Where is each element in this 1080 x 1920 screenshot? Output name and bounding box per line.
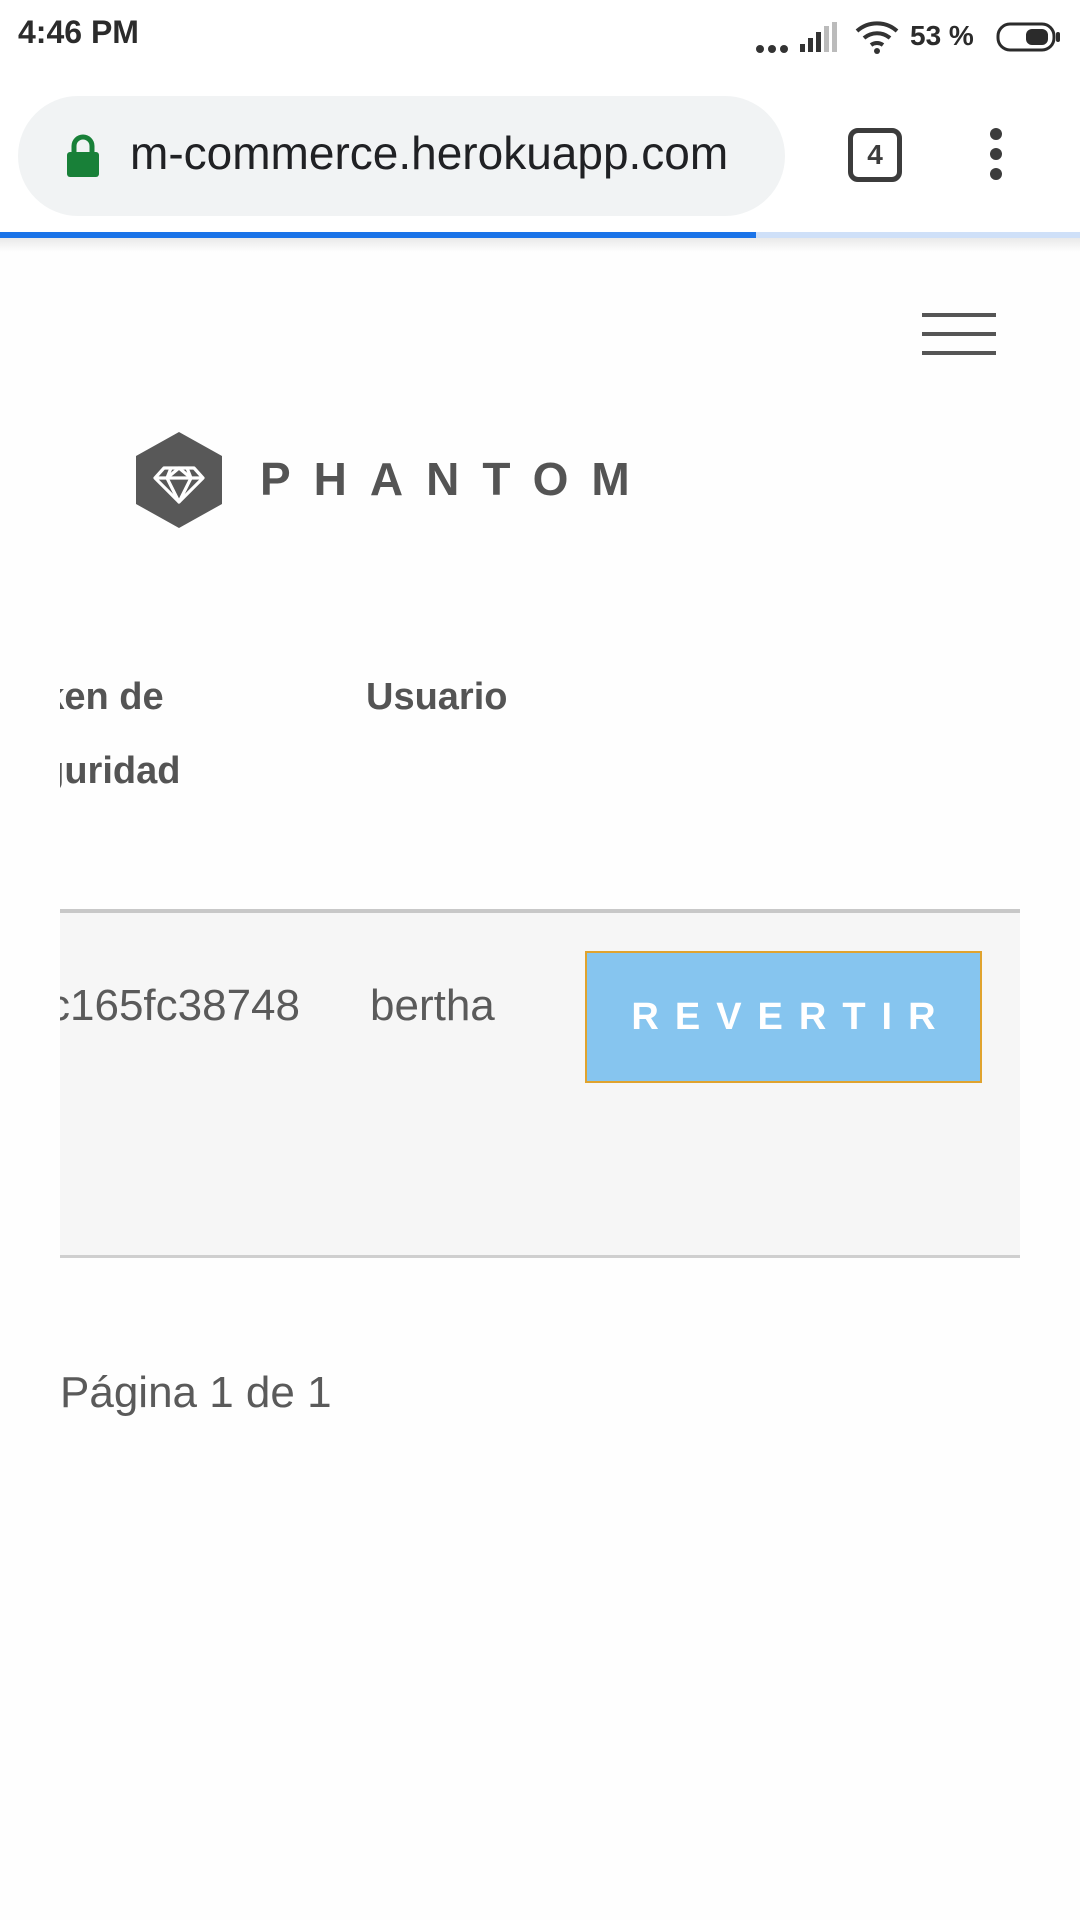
wifi-icon [855,21,899,54]
address-bar[interactable]: m-commerce.herokuapp.com [18,96,785,216]
battery-percent: 53 % [910,20,974,51]
column-header-token: oken de eguridad [60,660,300,808]
toolbar-shadow [0,238,1080,252]
lock-icon [67,134,99,177]
browser-toolbar: m-commerce.herokuapp.com 4 [0,76,1080,232]
cell-user: bertha [370,981,495,1030]
signal-dots-icon [756,40,792,58]
status-time: 4:46 PM [18,14,139,50]
brand-logo-text[interactable]: PHANTOM [260,452,653,506]
tabs-button[interactable]: 4 [848,128,902,182]
pagination-text: Página 1 de 1 [60,1368,332,1417]
column-header-token-line2: eguridad [60,750,181,792]
column-header-user: Usuario [366,676,508,718]
table-row: c165fc38748 bertha REVERTIR [60,913,1020,1255]
table-header: oken de eguridad Usuario [60,660,1020,810]
url-text[interactable]: m-commerce.herokuapp.com [130,126,728,180]
battery-icon [996,22,1060,52]
cell-signal-icon [800,22,837,52]
hamburger-icon[interactable] [922,313,996,357]
more-vert-icon[interactable] [986,128,1006,188]
revert-button[interactable]: REVERTIR [585,951,982,1083]
status-bar: 4:46 PM 53 % [0,0,1080,76]
diamond-logo-icon [136,432,222,528]
cell-token: c165fc38748 [60,981,300,1030]
table-divider-bottom [60,1255,1020,1258]
column-header-token-line1: oken de [60,676,164,718]
